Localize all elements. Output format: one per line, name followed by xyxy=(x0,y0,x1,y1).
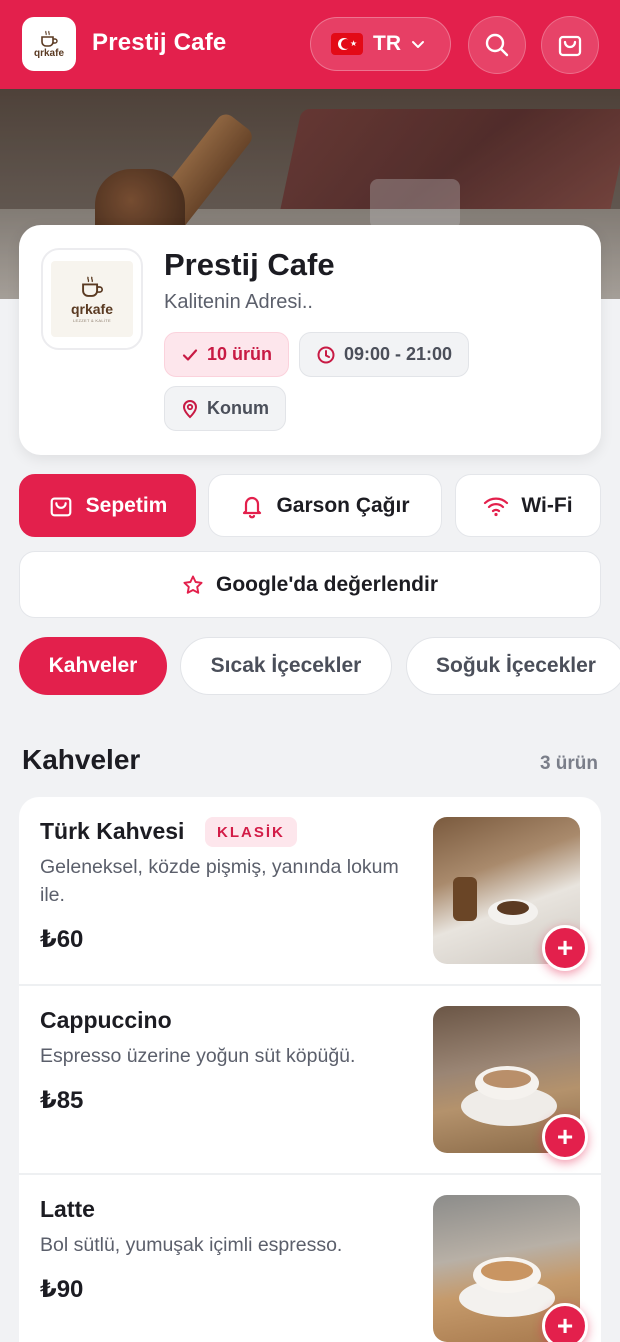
add-to-cart-button[interactable]: + xyxy=(542,1114,588,1160)
star-icon xyxy=(183,575,203,594)
wifi-button[interactable]: Wi-Fi xyxy=(455,474,601,537)
language-selector[interactable]: ★ TR xyxy=(310,17,451,71)
product-count-badge: 10 ürün xyxy=(164,332,290,377)
logo-text: qrkafe xyxy=(70,301,114,317)
product-card[interactable]: Türk Kahvesi KLASİK Geleneksel, közde pi… xyxy=(19,797,601,986)
map-pin-icon xyxy=(182,399,198,418)
add-to-cart-button[interactable]: + xyxy=(542,1303,588,1342)
coffee-cup-icon xyxy=(41,30,58,47)
product-card[interactable]: Latte Bol sütlü, yumuşak içimli espresso… xyxy=(19,1175,601,1342)
section-count: 3 ürün xyxy=(539,753,598,774)
plus-icon: + xyxy=(556,1121,574,1152)
opening-hours-badge: 09:00 - 21:00 xyxy=(299,332,470,377)
logo-text: qrkafe xyxy=(33,47,64,59)
plus-icon: + xyxy=(556,932,574,963)
section-title: Kahveler xyxy=(22,744,141,775)
cafe-name: Prestij Cafe xyxy=(164,247,335,282)
top-header: qrkafe Prestij Cafe ★ TR xyxy=(0,0,620,89)
shopping-bag-icon xyxy=(558,35,582,57)
plus-icon: + xyxy=(556,1310,574,1341)
bell-icon xyxy=(243,496,262,518)
tab-label: Soğuk İçecekler xyxy=(436,654,596,677)
product-price: ₺85 xyxy=(40,1087,84,1114)
location-text: Konum xyxy=(207,398,269,418)
cart-button[interactable] xyxy=(541,16,599,74)
product-price: ₺90 xyxy=(40,1276,84,1303)
google-review-button[interactable]: Google'da değerlendir xyxy=(19,551,601,618)
google-review-label: Google'da değerlendir xyxy=(215,572,439,596)
location-button[interactable]: Konum xyxy=(164,386,286,431)
basket-button[interactable]: Sepetim xyxy=(19,474,196,537)
product-description: Espresso üzerine yoğun süt köpüğü. xyxy=(40,1045,356,1067)
product-list: Türk Kahvesi KLASİK Geleneksel, közde pi… xyxy=(19,797,601,1342)
product-name: Latte xyxy=(40,1196,95,1222)
coffee-cup-icon xyxy=(82,276,103,297)
tab-sicak-icecekler[interactable]: Sıcak İçecekler xyxy=(180,637,392,695)
logo-subtext: LEZZET & KALİTE xyxy=(73,318,111,323)
tab-label: Sıcak İçecekler xyxy=(210,654,362,677)
cafe-info-card: qrkafe LEZZET & KALİTE Prestij Cafe Kali… xyxy=(19,225,601,455)
search-icon xyxy=(485,33,509,57)
search-button[interactable] xyxy=(468,16,526,74)
tab-kahveler[interactable]: Kahveler xyxy=(19,637,167,695)
language-code: TR xyxy=(373,32,401,55)
cafe-slogan: Kalitenin Adresi.. xyxy=(164,291,313,313)
call-waiter-button[interactable]: Garson Çağır xyxy=(208,474,442,537)
opening-hours-text: 09:00 - 21:00 xyxy=(344,344,453,364)
header-logo[interactable]: qrkafe xyxy=(22,17,76,71)
shopping-bag-icon xyxy=(50,497,71,516)
product-name: Türk Kahvesi xyxy=(40,818,185,844)
check-icon xyxy=(182,348,198,361)
tab-label: Kahveler xyxy=(48,654,138,677)
turkey-flag-icon: ★ xyxy=(331,33,363,55)
call-waiter-label: Garson Çağır xyxy=(276,493,410,517)
product-card[interactable]: Cappuccino Espresso üzerine yoğun süt kö… xyxy=(19,986,601,1175)
cafe-logo: qrkafe LEZZET & KALİTE xyxy=(41,248,143,350)
clock-icon xyxy=(317,346,335,363)
product-description: Bol sütlü, yumuşak içimli espresso. xyxy=(40,1234,343,1256)
wifi-label: Wi-Fi xyxy=(521,493,573,517)
add-to-cart-button[interactable]: + xyxy=(542,925,588,971)
brand-name: Prestij Cafe xyxy=(92,29,227,56)
product-count-text: 10 ürün xyxy=(207,344,273,364)
product-price: ₺60 xyxy=(40,926,84,953)
basket-label: Sepetim xyxy=(85,493,168,517)
product-description: Geleneksel, közde pişmiş, yanında lokum … xyxy=(40,856,399,906)
chevron-down-icon xyxy=(412,41,424,48)
product-badge: KLASİK xyxy=(205,817,297,847)
product-name: Cappuccino xyxy=(40,1007,172,1033)
tab-soguk-icecekler[interactable]: Soğuk İçecekler xyxy=(406,637,620,695)
wifi-icon xyxy=(484,497,509,516)
